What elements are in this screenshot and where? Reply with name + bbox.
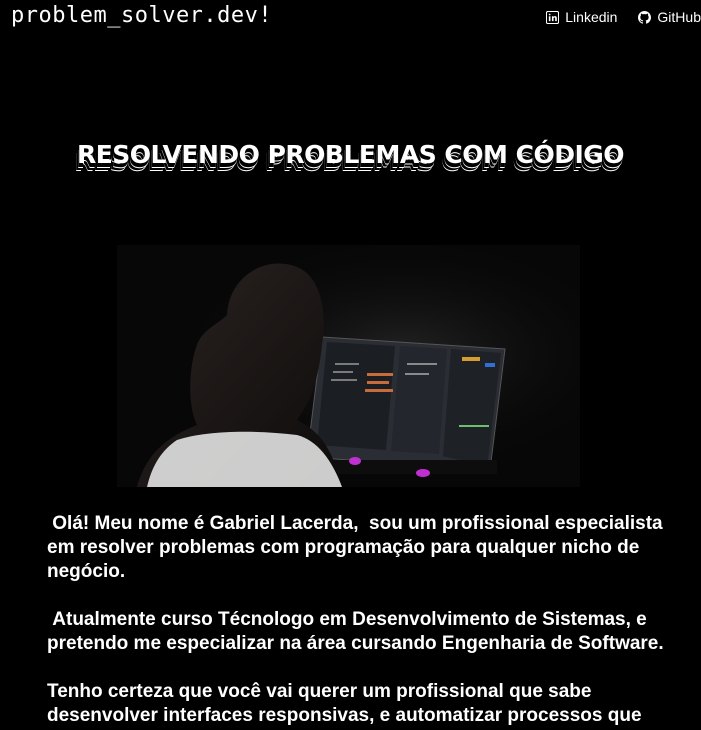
- bio-paragraph-education: Atualmente curso Técnologo em Desenvolvi…: [47, 609, 664, 654]
- linkedin-link[interactable]: Linkedin: [546, 9, 617, 25]
- github-label: GitHub: [657, 9, 701, 25]
- linkedin-label: Linkedin: [565, 9, 618, 25]
- hero-title: RESOLVENDO PROBLEMAS COM CÓDIGO: [76, 140, 625, 169]
- bio-paragraph-intro: Olá! Meu nome é Gabriel Lacerda, sou um …: [47, 513, 668, 582]
- github-icon: [638, 10, 652, 24]
- bio-paragraph-pitch: Tenho certeza que você vai querer um pro…: [47, 681, 642, 726]
- social-links: Linkedin GitHub: [546, 9, 701, 25]
- linkedin-icon: [546, 10, 560, 24]
- bio-section: Olá! Meu nome é Gabriel Lacerda, sou um …: [47, 512, 667, 730]
- top-navbar: problem_solver.dev! Linkedin GitHub: [0, 0, 701, 36]
- hero-photo: [117, 245, 580, 487]
- github-link[interactable]: GitHub: [638, 9, 701, 25]
- site-brand[interactable]: problem_solver.dev!: [11, 3, 272, 28]
- photo-illustration: [117, 245, 580, 487]
